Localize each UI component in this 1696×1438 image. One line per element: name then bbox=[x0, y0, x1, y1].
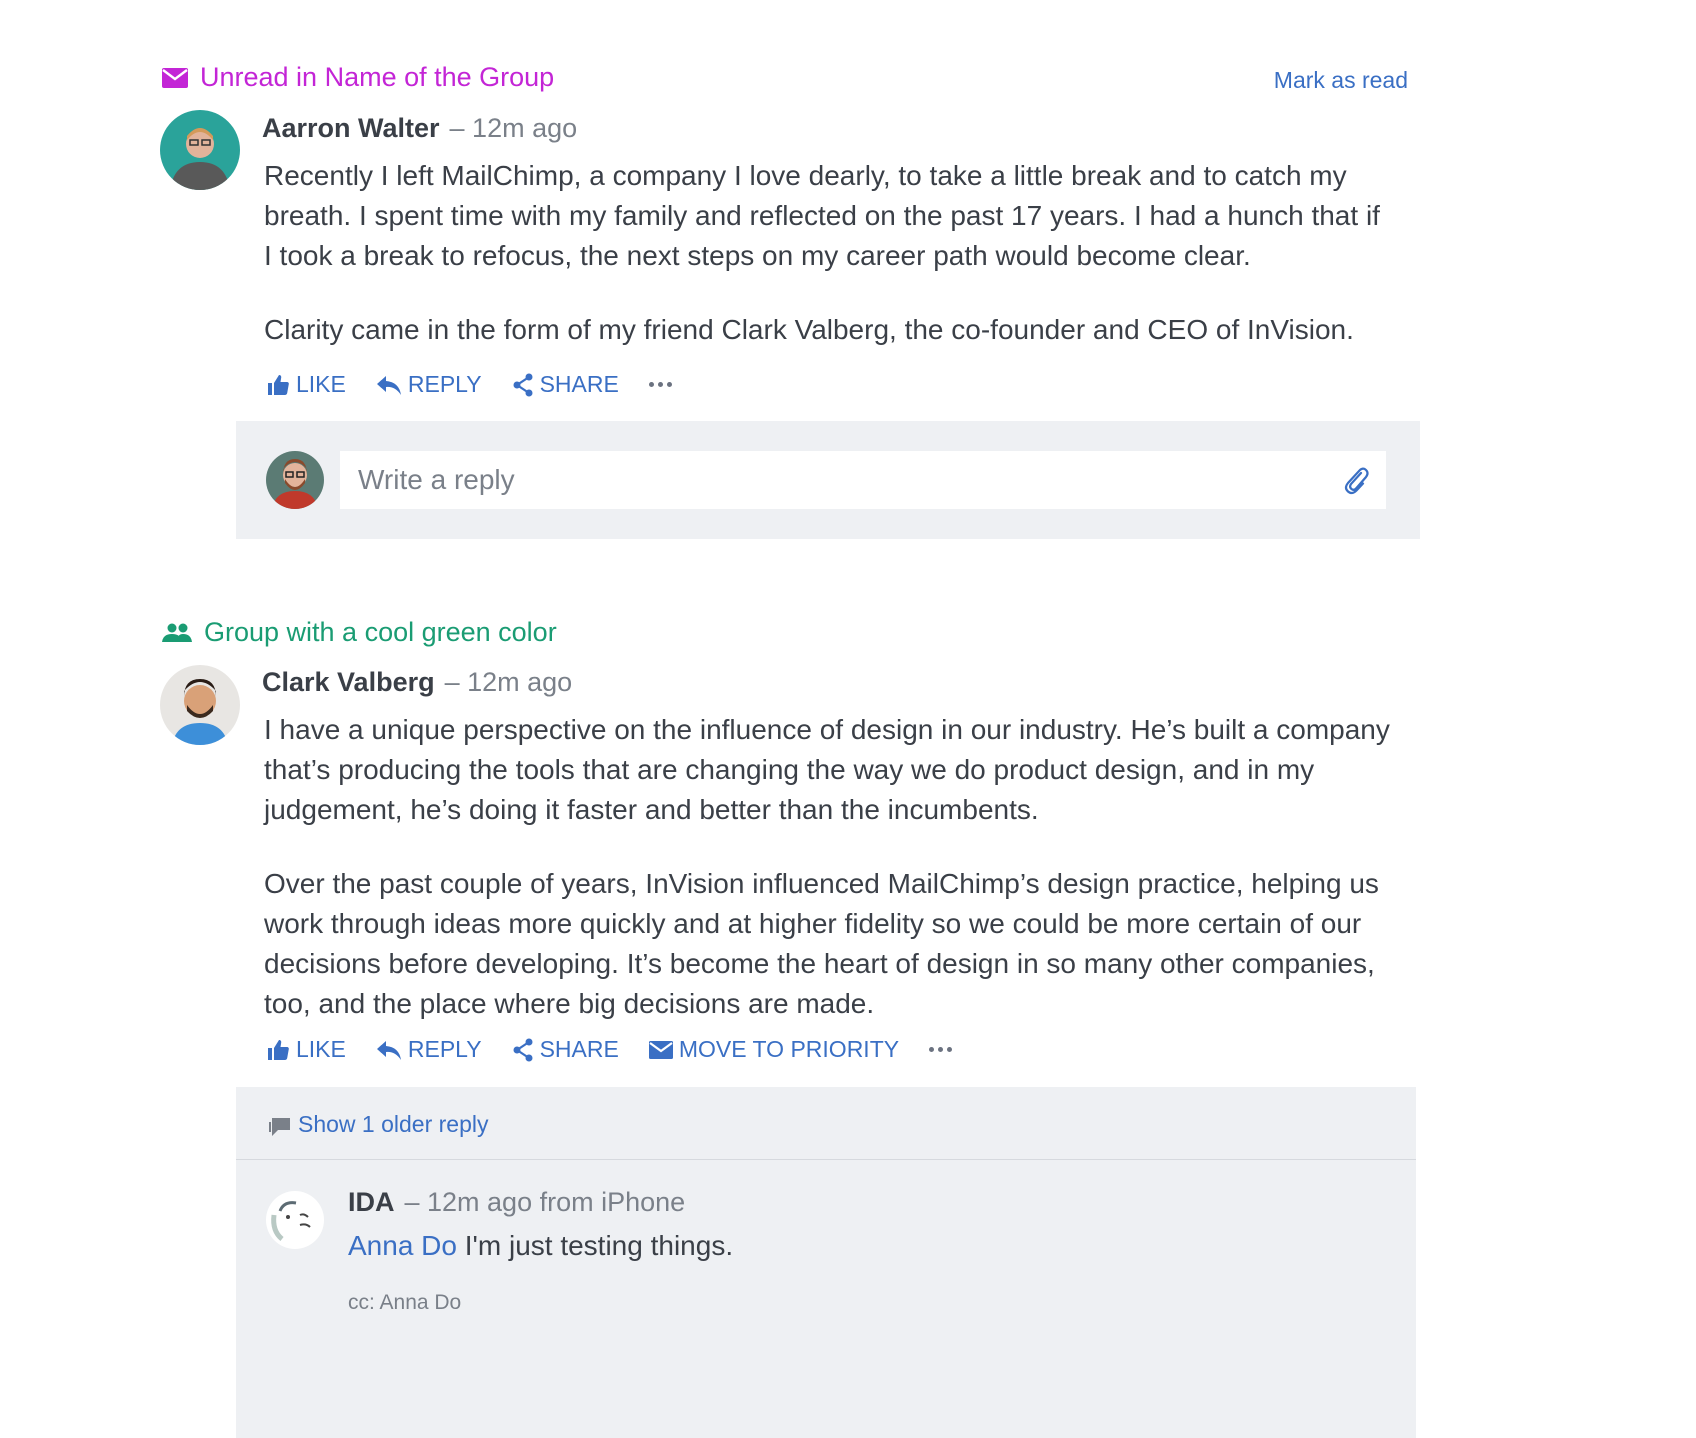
replies-panel: Show 1 older reply IDA – 12m ago from iP… bbox=[236, 1087, 1416, 1438]
group-name: Group with a cool green color bbox=[204, 617, 557, 647]
reply-label: REPLY bbox=[407, 1036, 482, 1062]
envelope-icon bbox=[162, 67, 188, 88]
reply-cc: cc: Anna Do bbox=[348, 1291, 462, 1314]
like-button[interactable]: LIKE bbox=[266, 1036, 346, 1063]
post-actions: LIKE REPLY SHARE bbox=[266, 371, 672, 398]
avatar-ida[interactable] bbox=[266, 1191, 324, 1249]
current-user-avatar bbox=[266, 451, 324, 509]
reply-input[interactable] bbox=[340, 451, 1386, 509]
share-label: SHARE bbox=[539, 371, 619, 397]
reply-label: REPLY bbox=[407, 371, 482, 397]
reply-author-name[interactable]: IDA bbox=[348, 1187, 395, 1218]
reply-timestamp: – 12m ago from iPhone bbox=[404, 1187, 686, 1217]
post-actions: LIKE REPLY SHARE MOVE TO PRIORITY bbox=[266, 1036, 953, 1063]
mark-as-read-link[interactable]: Mark as read bbox=[1274, 67, 1408, 94]
thumbs-up-icon bbox=[268, 374, 289, 395]
group-name: Unread in Name of the Group bbox=[200, 62, 555, 92]
replies-divider bbox=[236, 1159, 1416, 1160]
share-button[interactable]: SHARE bbox=[512, 1036, 619, 1063]
avatar-clark-valberg[interactable] bbox=[160, 665, 240, 745]
share-button[interactable]: SHARE bbox=[512, 371, 619, 398]
post-body: I have a unique perspective on the influ… bbox=[264, 710, 1394, 1024]
post-body: Recently I left MailChimp, a company I l… bbox=[264, 156, 1394, 350]
show-older-label: Show 1 older reply bbox=[298, 1111, 489, 1137]
post-timestamp: – 12m ago bbox=[449, 113, 578, 143]
reply-arrow-icon bbox=[376, 375, 401, 395]
avatar-aarron-walter[interactable] bbox=[160, 110, 240, 190]
share-icon bbox=[513, 373, 533, 396]
post-paragraph: I have a unique perspective on the influ… bbox=[264, 714, 1390, 825]
like-label: LIKE bbox=[296, 1036, 346, 1062]
move-to-priority-button[interactable]: MOVE TO PRIORITY bbox=[648, 1036, 900, 1063]
reply-body: Anna Do I'm just testing things. bbox=[348, 1230, 733, 1262]
group-icon bbox=[162, 623, 192, 642]
group-header-unread[interactable]: Unread in Name of the Group bbox=[162, 62, 554, 93]
post-timestamp: – 12m ago bbox=[444, 667, 573, 697]
author-name[interactable]: Clark Valberg bbox=[262, 667, 435, 698]
reply-button[interactable]: REPLY bbox=[376, 1036, 482, 1063]
reply-button[interactable]: REPLY bbox=[376, 371, 482, 398]
post-paragraph: Clarity came in the form of my friend Cl… bbox=[264, 314, 1354, 345]
reply-composer-panel bbox=[236, 421, 1420, 539]
reply-arrow-icon bbox=[376, 1040, 401, 1060]
comment-icon bbox=[269, 1117, 290, 1136]
like-label: LIKE bbox=[296, 371, 346, 397]
envelope-icon bbox=[648, 1040, 673, 1059]
show-older-replies-button[interactable]: Show 1 older reply bbox=[268, 1111, 489, 1138]
post-author-line: Clark Valberg – 12m ago bbox=[262, 667, 572, 698]
post-paragraph: Over the past couple of years, InVision … bbox=[264, 868, 1379, 1019]
mention-link[interactable]: Anna Do bbox=[348, 1230, 457, 1261]
post-paragraph: Recently I left MailChimp, a company I l… bbox=[264, 160, 1380, 271]
reply-text: I'm just testing things. bbox=[456, 1230, 734, 1261]
post-author-line: Aarron Walter – 12m ago bbox=[262, 113, 577, 144]
move-to-priority-label: MOVE TO PRIORITY bbox=[678, 1036, 900, 1062]
more-dots-icon[interactable] bbox=[929, 1038, 953, 1062]
share-label: SHARE bbox=[539, 1036, 619, 1062]
share-icon bbox=[513, 1038, 533, 1061]
thumbs-up-icon bbox=[268, 1039, 289, 1060]
like-button[interactable]: LIKE bbox=[266, 371, 346, 398]
author-name[interactable]: Aarron Walter bbox=[262, 113, 440, 144]
group-header-green[interactable]: Group with a cool green color bbox=[162, 617, 557, 648]
paperclip-icon[interactable] bbox=[1342, 465, 1370, 495]
more-dots-icon[interactable] bbox=[648, 373, 672, 397]
reply-author-line: IDA – 12m ago from iPhone bbox=[348, 1187, 685, 1218]
